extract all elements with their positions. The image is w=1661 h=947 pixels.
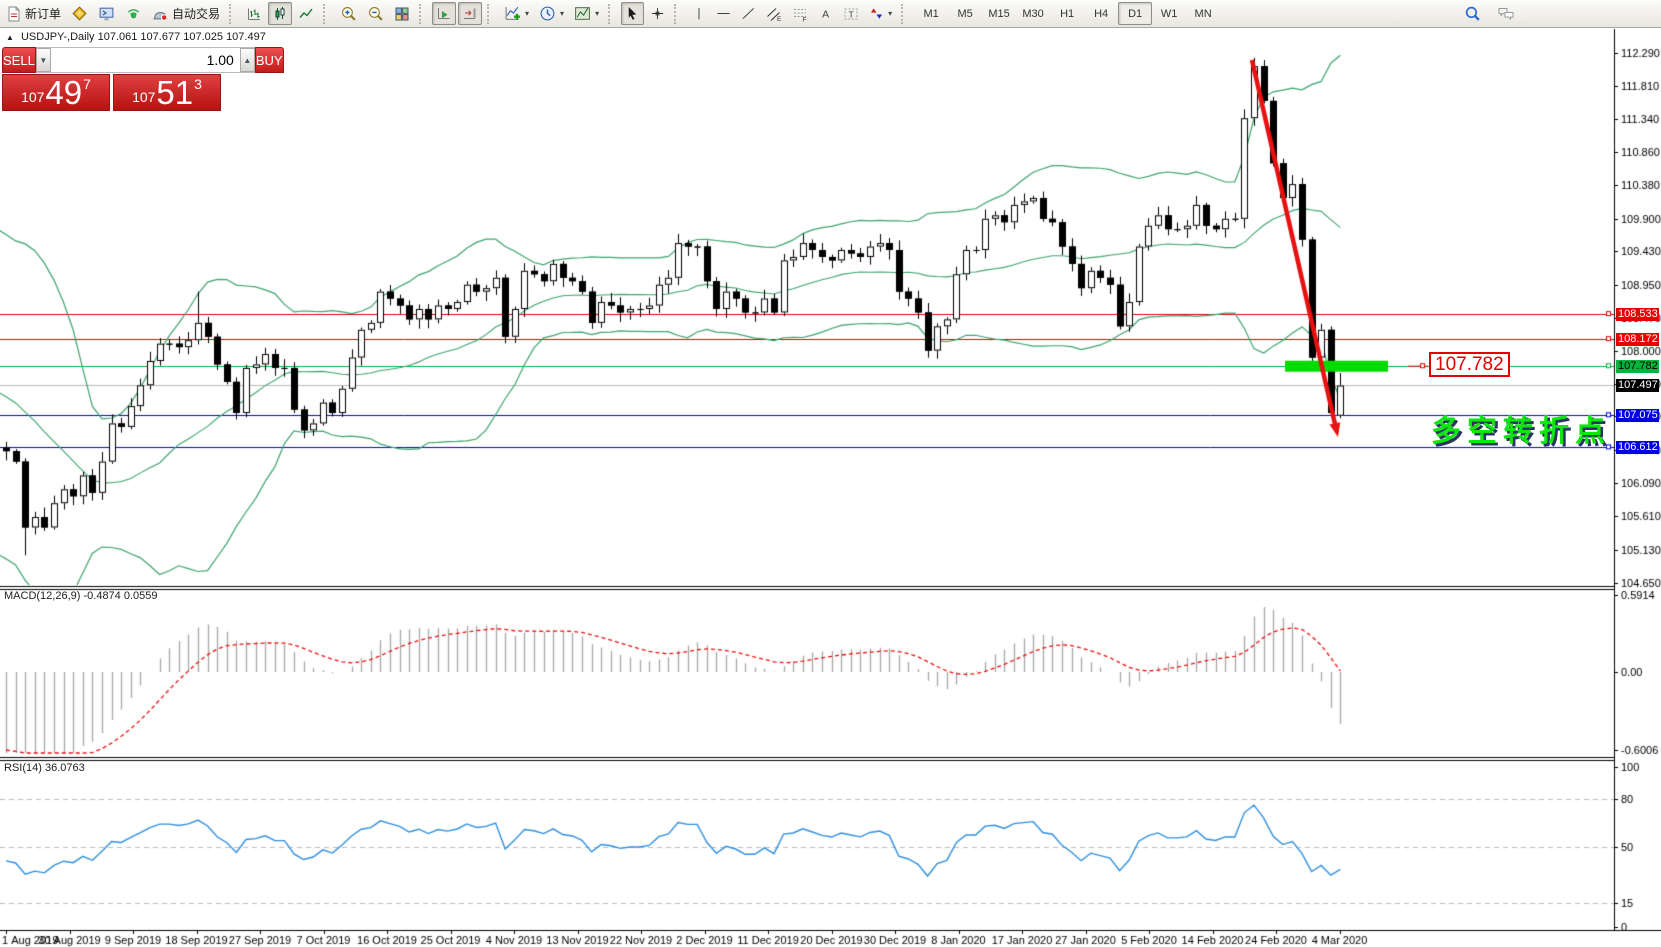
volume-control: ▼ ▲ <box>36 47 255 73</box>
price-level-label-108.172: 108.172 <box>1616 333 1659 346</box>
symbol-period-label: USDJPY-,Daily <box>21 31 95 43</box>
rsi-indicator-label: RSI(14) 36.0763 <box>4 762 85 774</box>
price-level-label-106.612: 106.612 <box>1616 441 1659 454</box>
price-level-label-107.782: 107.782 <box>1616 360 1659 373</box>
pivot-annotation-text[interactable]: 多空转折点 <box>1431 406 1611 450</box>
buy-price-prefix: 107 <box>132 89 155 105</box>
sell-price-big: 49 <box>45 78 82 108</box>
bid-price-label: 107.497 <box>1616 379 1659 392</box>
buy-price-pip: 3 <box>194 76 202 92</box>
ohlc-values: 107.061 107.677 107.025 107.497 <box>98 31 266 43</box>
one-click-trading-panel: SELL ▼ ▲ BUY 107 49 7 107 51 3 <box>2 47 221 111</box>
price-level-label-108.533: 108.533 <box>1616 308 1659 321</box>
sell-price-display[interactable]: 107 49 7 <box>2 74 110 111</box>
trading-app-window: 新订单 自动交易 ▾ ▾ ▾ E F A T ▾ <box>0 0 1661 947</box>
buy-button[interactable]: BUY <box>255 47 284 73</box>
volume-input[interactable] <box>51 48 240 72</box>
chart-canvas[interactable] <box>0 0 1661 947</box>
macd-indicator-label: MACD(12,26,9) -0.4874 0.0559 <box>4 590 158 602</box>
sell-price-prefix: 107 <box>21 89 44 105</box>
sell-price-pip: 7 <box>83 76 91 92</box>
sell-button[interactable]: SELL <box>2 47 36 73</box>
chart-title: ▲ USDJPY-,Daily 107.061 107.677 107.025 … <box>6 31 266 43</box>
price-level-label-107.075: 107.075 <box>1616 409 1659 422</box>
buy-price-display[interactable]: 107 51 3 <box>113 74 221 111</box>
collapse-panel-arrow-icon[interactable]: ▲ <box>6 33 14 42</box>
volume-decrease-button[interactable]: ▼ <box>36 48 51 72</box>
volume-increase-button[interactable]: ▲ <box>240 48 255 72</box>
buy-price-big: 51 <box>156 78 193 108</box>
price-callout-tag[interactable]: 107.782 <box>1429 352 1510 377</box>
